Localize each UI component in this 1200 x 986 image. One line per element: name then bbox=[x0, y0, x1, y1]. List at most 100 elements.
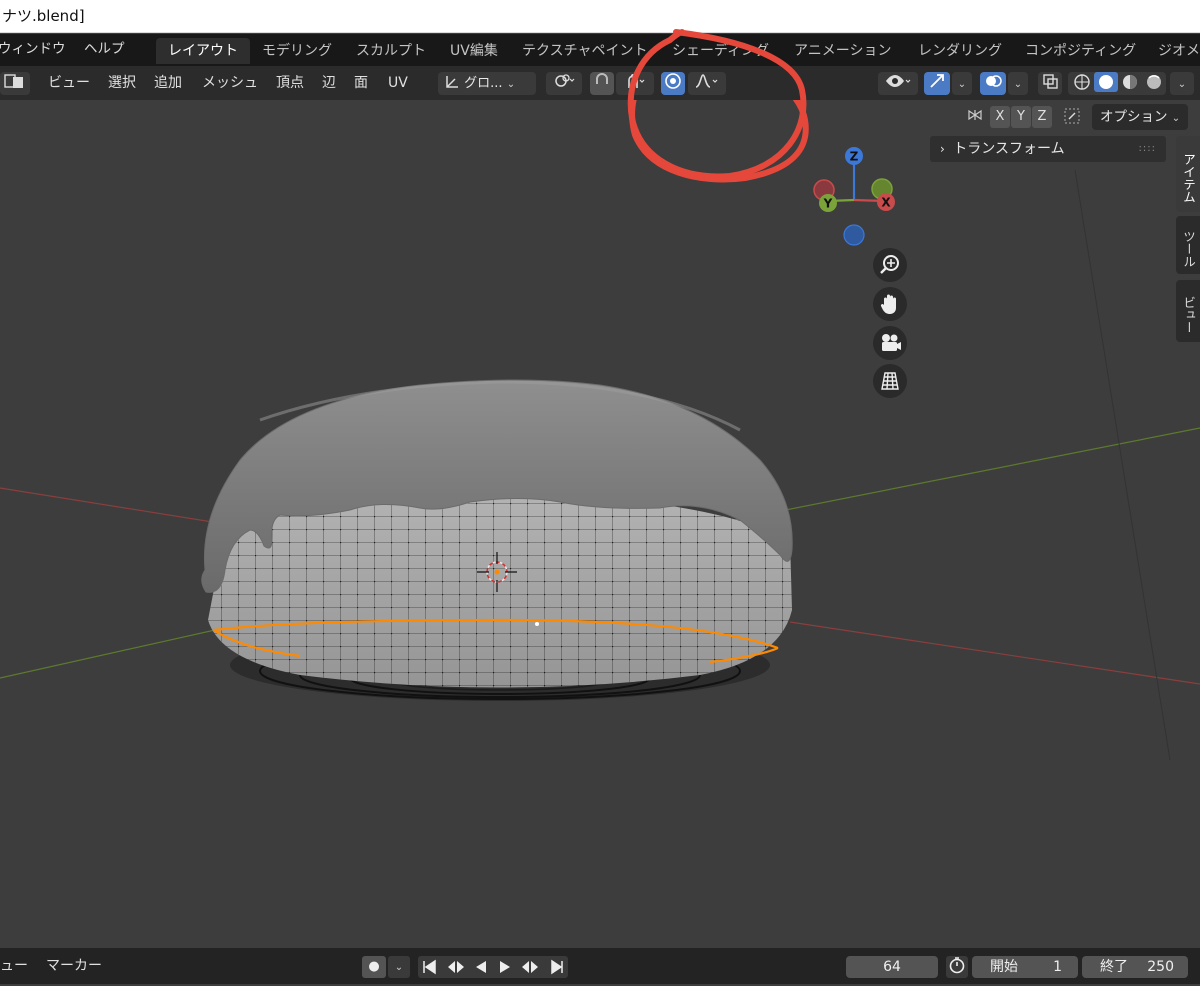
overlays-dropdown[interactable]: ⌄ bbox=[1008, 72, 1028, 95]
xray-icon bbox=[1043, 74, 1058, 89]
camera-view-button[interactable] bbox=[873, 326, 907, 360]
tab-compositing[interactable]: コンポジティング bbox=[1025, 38, 1136, 64]
x-axis-label: X bbox=[881, 196, 891, 210]
auto-merge-icon[interactable] bbox=[1060, 106, 1084, 128]
stopwatch-icon[interactable] bbox=[946, 956, 968, 978]
grid-perspective-icon bbox=[881, 372, 899, 390]
chevron-down-icon: ⌄ bbox=[506, 79, 516, 90]
active-vertex bbox=[535, 622, 539, 626]
hand-icon bbox=[880, 294, 896, 314]
pivot-point-dropdown[interactable] bbox=[546, 72, 582, 95]
current-frame-field[interactable]: 64 bbox=[846, 956, 938, 978]
gizmo-arrow-icon bbox=[930, 74, 944, 88]
options-dropdown[interactable]: オプション ⌄ bbox=[1092, 104, 1189, 130]
shading-dropdown[interactable]: ⌄ bbox=[1170, 72, 1194, 95]
menu-add[interactable]: 追加 bbox=[154, 66, 182, 100]
chevron-down-icon: ⌄ bbox=[1177, 79, 1187, 90]
menu-edge[interactable]: 辺 bbox=[322, 66, 336, 100]
proportional-falloff-dropdown[interactable] bbox=[688, 72, 726, 95]
snap-target-dropdown[interactable] bbox=[616, 72, 654, 95]
chevron-down-icon: ⌄ bbox=[957, 79, 967, 90]
gizmo-toggle-button[interactable] bbox=[924, 72, 950, 95]
tab-layout[interactable]: レイアウト bbox=[156, 38, 250, 64]
overlays-toggle-button[interactable] bbox=[980, 72, 1006, 95]
start-label: 開始 bbox=[990, 959, 1018, 975]
proportional-edit-icon bbox=[665, 73, 681, 89]
playback-icons[interactable] bbox=[418, 956, 568, 978]
menu-view[interactable]: ビュー bbox=[48, 66, 90, 100]
pivot-icon bbox=[555, 74, 575, 87]
mirror-butterfly-icon[interactable] bbox=[964, 106, 986, 128]
tab-tool[interactable]: ツール bbox=[1176, 216, 1200, 274]
keying-dropdown[interactable]: ⌄ bbox=[388, 956, 410, 978]
mirror-z-button[interactable]: Z bbox=[1032, 106, 1052, 128]
chevron-down-icon: ⌄ bbox=[1013, 79, 1023, 90]
overlay-icon bbox=[986, 75, 1002, 87]
viewport-scene bbox=[0, 100, 1200, 761]
menu-select[interactable]: 選択 bbox=[108, 66, 136, 100]
tab-animation[interactable]: アニメーション bbox=[794, 38, 891, 64]
playback-controls bbox=[418, 956, 568, 978]
transform-panel-header[interactable]: › トランスフォーム :::: bbox=[930, 136, 1166, 162]
menu-mesh[interactable]: メッシュ bbox=[202, 66, 258, 100]
start-frame-field[interactable]: 開始 1 bbox=[972, 956, 1078, 978]
y-axis-line-right bbox=[734, 427, 1200, 521]
snap-toggle-button[interactable] bbox=[590, 72, 614, 95]
annotation-circle bbox=[629, 100, 809, 183]
end-label: 終了 bbox=[1100, 959, 1128, 975]
tab-item[interactable]: アイテム bbox=[1176, 136, 1200, 212]
tab-geometry-nodes[interactable]: ジオメ bbox=[1158, 38, 1200, 64]
shading-mode-icons bbox=[1074, 72, 1161, 92]
gizmo-dropdown[interactable]: ⌄ bbox=[952, 72, 972, 95]
eye-icon bbox=[886, 75, 911, 87]
viewport-header: ビュー 選択 追加 メッシュ 頂点 辺 面 UV グロ... ⌄ ⌄ ⌄ ⌄ bbox=[0, 66, 1200, 100]
tab-uv-editing[interactable]: UV編集 bbox=[450, 38, 498, 64]
start-value: 1 bbox=[1053, 959, 1062, 975]
y-axis-label: Y bbox=[823, 197, 833, 211]
window-title-bar: ナツ.blend] bbox=[0, 0, 1200, 33]
perspective-toggle-button[interactable] bbox=[873, 364, 907, 398]
mirror-y-button[interactable]: Y bbox=[1011, 106, 1031, 128]
navigation-gizmo[interactable]: Z X Y bbox=[800, 144, 910, 254]
record-icon: ● bbox=[368, 959, 380, 974]
tab-shading[interactable]: シェーディング bbox=[672, 38, 769, 64]
camera-icon bbox=[882, 334, 901, 351]
grid-boundary-line bbox=[1074, 169, 1171, 761]
menu-view-timeline[interactable]: ュー bbox=[0, 948, 28, 984]
transform-orientation-value: グロ... bbox=[464, 76, 503, 91]
end-value: 250 bbox=[1147, 959, 1174, 975]
tab-sculpt[interactable]: スカルプト bbox=[356, 38, 426, 64]
menu-uv[interactable]: UV bbox=[388, 66, 408, 100]
chevron-right-icon: › bbox=[940, 142, 945, 156]
proportional-editing-button[interactable] bbox=[661, 72, 685, 95]
3d-viewport[interactable]: X Y Z オプション ⌄ › トランスフォーム :::: アイテム ツール ビ… bbox=[0, 100, 1200, 948]
pan-button[interactable] bbox=[873, 287, 907, 321]
tab-view[interactable]: ビュー bbox=[1176, 280, 1200, 342]
select-mode-button[interactable] bbox=[0, 72, 30, 95]
menu-help[interactable]: ヘルプ bbox=[84, 34, 125, 64]
record-keyframe-button[interactable]: ● bbox=[362, 956, 386, 978]
orientation-icon bbox=[446, 76, 458, 88]
zoom-button[interactable] bbox=[873, 248, 907, 282]
mirror-x-button[interactable]: X bbox=[990, 106, 1010, 128]
chevron-down-icon: ⌄ bbox=[1171, 113, 1181, 124]
menu-window[interactable]: ウィンドウ bbox=[0, 34, 66, 64]
top-bar: ウィンドウ ヘルプ レイアウト モデリング スカルプト UV編集 テクスチャペイ… bbox=[0, 34, 1200, 66]
tab-modeling[interactable]: モデリング bbox=[262, 38, 332, 64]
z-axis-label: Z bbox=[850, 150, 859, 164]
options-label: オプション bbox=[1100, 109, 1168, 125]
visibility-dropdown[interactable] bbox=[878, 72, 918, 95]
menu-marker[interactable]: マーカー bbox=[46, 948, 102, 984]
menu-face[interactable]: 面 bbox=[354, 66, 368, 100]
tab-rendering[interactable]: レンダリング bbox=[918, 38, 1002, 64]
menu-vertex[interactable]: 頂点 bbox=[276, 66, 304, 100]
negative-z-handle[interactable] bbox=[843, 224, 865, 246]
tab-texture-paint[interactable]: テクスチャペイント bbox=[522, 38, 647, 64]
end-frame-field[interactable]: 終了 250 bbox=[1082, 956, 1188, 978]
drag-handle-icon[interactable]: :::: bbox=[1139, 136, 1156, 162]
transform-panel-title: トランスフォーム bbox=[953, 141, 1065, 157]
transform-orientation-dropdown[interactable]: グロ... ⌄ bbox=[438, 72, 536, 95]
falloff-curve-icon bbox=[695, 74, 718, 88]
timeline-bar: ュー マーカー ● ⌄ 64 開始 1 終了 250 bbox=[0, 948, 1200, 984]
xray-toggle-button[interactable] bbox=[1038, 72, 1062, 95]
